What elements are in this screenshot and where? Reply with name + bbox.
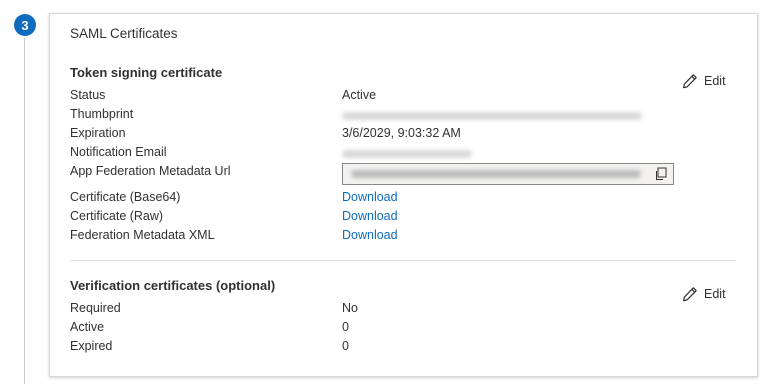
notification-email-label: Notification Email	[70, 145, 167, 159]
federation-metadata-download-link[interactable]: Download	[342, 228, 398, 242]
required-label: Required	[70, 301, 121, 315]
status-value: Active	[342, 88, 377, 102]
edit-label: Edit	[704, 287, 726, 301]
certificate-raw-label: Certificate (Raw)	[70, 209, 164, 223]
active-value: 0	[342, 320, 349, 334]
expired-label: Expired	[70, 339, 113, 353]
edit-label: Edit	[704, 74, 726, 88]
federation-metadata-label: Federation Metadata XML	[70, 228, 215, 242]
thumbprint-label: Thumbprint	[70, 107, 134, 121]
verification-title: Verification certificates (optional)	[70, 278, 276, 293]
pencil-icon	[683, 287, 697, 302]
saml-certificates-card: SAML Certificates Token signing certific…	[49, 13, 758, 377]
section-divider	[70, 260, 736, 261]
token-signing-title: Token signing certificate	[70, 65, 223, 80]
status-label: Status	[70, 88, 106, 102]
metadata-url-value-redacted	[351, 170, 641, 178]
expiration-label: Expiration	[70, 126, 126, 140]
metadata-url-label: App Federation Metadata Url	[70, 164, 231, 178]
card-title: SAML Certificates	[70, 26, 178, 41]
metadata-url-field[interactable]	[342, 163, 674, 185]
pencil-icon	[683, 74, 697, 89]
active-label: Active	[70, 320, 105, 334]
thumbprint-value-redacted	[342, 112, 642, 120]
notification-email-value-redacted	[342, 150, 472, 158]
expiration-value: 3/6/2029, 9:03:32 AM	[342, 126, 461, 140]
step-connector-line	[24, 38, 25, 384]
copy-icon[interactable]	[654, 167, 668, 181]
step-number-badge: 3	[14, 14, 36, 36]
expired-value: 0	[342, 339, 349, 353]
required-value: No	[342, 301, 358, 315]
certificate-base64-label: Certificate (Base64)	[70, 190, 181, 204]
certificate-raw-download-link[interactable]: Download	[342, 209, 398, 223]
certificate-base64-download-link[interactable]: Download	[342, 190, 398, 204]
token-signing-edit-button[interactable]: Edit	[682, 73, 726, 89]
verification-edit-button[interactable]: Edit	[682, 286, 726, 302]
